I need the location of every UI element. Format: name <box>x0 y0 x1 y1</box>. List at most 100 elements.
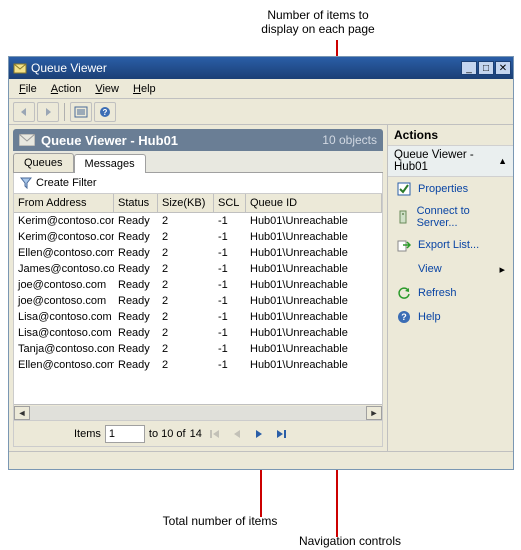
close-button[interactable]: ✕ <box>495 61 511 75</box>
col-queueid[interactable]: Queue ID <box>246 194 382 212</box>
toolbar: ? <box>9 99 513 125</box>
action-properties[interactable]: Properties <box>388 177 513 201</box>
col-from[interactable]: From Address <box>14 194 114 212</box>
col-size[interactable]: Size(KB) <box>158 194 214 212</box>
svg-text:?: ? <box>103 108 108 117</box>
cell-from: joe@contoso.com <box>14 294 114 308</box>
cell-from: Lisa@contoso.com <box>14 326 114 340</box>
object-count: 10 objects <box>322 133 377 147</box>
scroll-left-button[interactable]: ◄ <box>14 406 30 420</box>
toolbar-help-button[interactable]: ? <box>94 102 116 122</box>
pager-items-label: Items <box>74 428 101 440</box>
pager-first-button[interactable] <box>206 425 224 443</box>
cell-queueid: Hub01\Unreachable <box>246 278 382 292</box>
col-scl[interactable]: SCL <box>214 194 246 212</box>
cell-scl: -1 <box>214 262 246 276</box>
pager-total: 14 <box>190 428 202 440</box>
table-row[interactable]: James@contoso.comReady2-1Hub01\Unreachab… <box>14 261 382 277</box>
filter-bar: Create Filter <box>13 173 383 193</box>
cell-scl: -1 <box>214 358 246 372</box>
cell-queueid: Hub01\Unreachable <box>246 358 382 372</box>
table-row[interactable]: Tanja@contoso.comReady2-1Hub01\Unreachab… <box>14 341 382 357</box>
table-row[interactable]: Lisa@contoso.comReady2-1Hub01\Unreachabl… <box>14 325 382 341</box>
cell-queueid: Hub01\Unreachable <box>246 246 382 260</box>
pager-prev-button[interactable] <box>228 425 246 443</box>
menu-view[interactable]: View <box>89 81 125 97</box>
cell-size: 2 <box>158 326 214 340</box>
cell-size: 2 <box>158 342 214 356</box>
table-row[interactable]: Kerim@contoso.comReady2-1Hub01\Unreachab… <box>14 213 382 229</box>
action-export[interactable]: Export List... <box>388 233 513 257</box>
scroll-track[interactable] <box>30 406 366 420</box>
title-bar: Queue Viewer _ □ ✕ <box>9 57 513 79</box>
actions-title: Actions <box>388 125 513 145</box>
horizontal-scrollbar[interactable]: ◄ ► <box>14 404 382 420</box>
table-row[interactable]: joe@contoso.comReady2-1Hub01\Unreachable <box>14 293 382 309</box>
tab-strip: Queues Messages <box>13 151 383 173</box>
pager-next-button[interactable] <box>250 425 268 443</box>
menu-file[interactable]: File <box>13 81 43 97</box>
cell-scl: -1 <box>214 342 246 356</box>
cell-status: Ready <box>114 342 158 356</box>
server-icon <box>396 209 411 225</box>
action-help[interactable]: ? Help <box>388 305 513 329</box>
cell-scl: -1 <box>214 310 246 324</box>
toolbar-back-button[interactable] <box>13 102 35 122</box>
actions-subtitle[interactable]: Queue Viewer - Hub01 ▲ <box>388 145 513 177</box>
action-export-label: Export List... <box>418 239 479 251</box>
help-icon: ? <box>396 309 412 325</box>
cell-queueid: Hub01\Unreachable <box>246 342 382 356</box>
cell-status: Ready <box>114 262 158 276</box>
actions-pane: Actions Queue Viewer - Hub01 ▲ Propertie… <box>387 125 513 451</box>
cell-from: joe@contoso.com <box>14 278 114 292</box>
table-row[interactable]: Kerim@contoso.comReady2-1Hub01\Unreachab… <box>14 229 382 245</box>
menu-help[interactable]: Help <box>127 81 162 97</box>
main-pane: Queue Viewer - Hub01 10 objects Queues M… <box>9 125 387 451</box>
status-bar <box>9 451 513 469</box>
pager-current-input[interactable] <box>105 425 145 443</box>
app-window: Queue Viewer _ □ ✕ File Action View Help <box>8 56 514 470</box>
callout-nav: Navigation controls <box>280 534 420 548</box>
tab-messages[interactable]: Messages <box>74 154 146 173</box>
maximize-button[interactable]: □ <box>478 61 494 75</box>
cell-queueid: Hub01\Unreachable <box>246 294 382 308</box>
refresh-icon <box>396 285 412 301</box>
export-icon <box>396 237 412 253</box>
table-row[interactable]: Lisa@contoso.comReady2-1Hub01\Unreachabl… <box>14 309 382 325</box>
cell-size: 2 <box>158 230 214 244</box>
menu-action[interactable]: Action <box>45 81 88 97</box>
window-title: Queue Viewer <box>31 61 107 75</box>
check-icon <box>396 181 412 197</box>
cell-status: Ready <box>114 246 158 260</box>
app-icon <box>13 61 27 75</box>
grid-header: From Address Status Size(KB) SCL Queue I… <box>14 194 382 213</box>
table-row[interactable]: Ellen@contoso.comReady2-1Hub01\Unreachab… <box>14 245 382 261</box>
action-view-label: View <box>418 263 442 275</box>
table-row[interactable]: Ellen@contoso.comReady2-1Hub01\Unreachab… <box>14 357 382 373</box>
action-refresh[interactable]: Refresh <box>388 281 513 305</box>
cell-queueid: Hub01\Unreachable <box>246 326 382 340</box>
col-status[interactable]: Status <box>114 194 158 212</box>
cell-size: 2 <box>158 246 214 260</box>
toolbar-details-button[interactable] <box>70 102 92 122</box>
toolbar-separator <box>64 103 65 121</box>
minimize-button[interactable]: _ <box>461 61 477 75</box>
cell-queueid: Hub01\Unreachable <box>246 230 382 244</box>
table-row[interactable]: joe@contoso.comReady2-1Hub01\Unreachable <box>14 277 382 293</box>
create-filter-link[interactable]: Create Filter <box>36 177 97 189</box>
cell-from: Kerim@contoso.com <box>14 230 114 244</box>
toolbar-forward-button[interactable] <box>37 102 59 122</box>
cell-status: Ready <box>114 214 158 228</box>
action-view[interactable]: View ▸ <box>388 257 513 281</box>
action-connect[interactable]: Connect to Server... <box>388 201 513 233</box>
cell-scl: -1 <box>214 294 246 308</box>
pager-last-button[interactable] <box>272 425 290 443</box>
action-properties-label: Properties <box>418 183 468 195</box>
cell-from: Ellen@contoso.com <box>14 246 114 260</box>
cell-status: Ready <box>114 326 158 340</box>
cell-scl: -1 <box>214 278 246 292</box>
tab-queues[interactable]: Queues <box>13 153 74 172</box>
cell-status: Ready <box>114 294 158 308</box>
cell-from: Tanja@contoso.com <box>14 342 114 356</box>
scroll-right-button[interactable]: ► <box>366 406 382 420</box>
